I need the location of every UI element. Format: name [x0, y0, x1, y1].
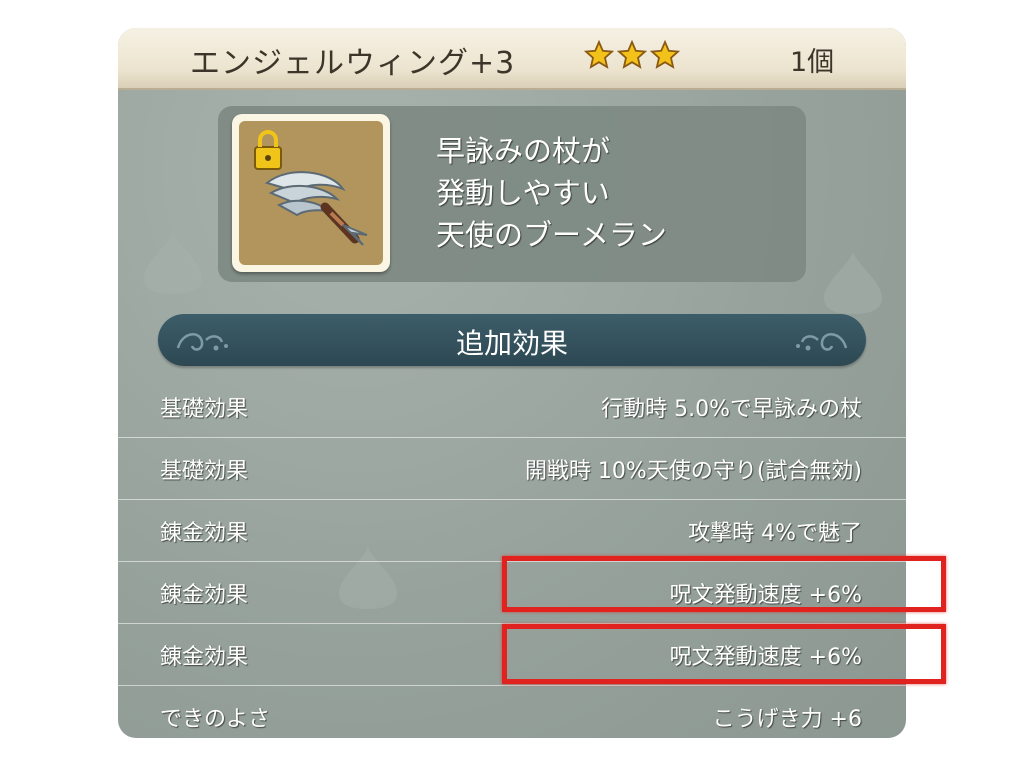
- effect-label: できのよさ: [160, 707, 271, 732]
- highlight-box: [502, 624, 946, 684]
- item-count: 1個: [790, 47, 835, 78]
- effect-label: 錬金効果: [160, 645, 249, 670]
- slime-watermark-icon: [144, 232, 202, 294]
- effect-value: 攻撃時 4%で魅了: [688, 521, 862, 546]
- effect-row: 基礎効果 開戦時 10%天使の守り(試合無効): [118, 438, 906, 500]
- effect-label: 錬金効果: [160, 521, 249, 546]
- star-icon: [650, 40, 680, 69]
- slime-watermark-icon: [824, 252, 882, 314]
- item-description: 早詠みの杖が 発動しやすい 天使のブーメラン: [436, 130, 667, 256]
- effect-label: 基礎効果: [160, 459, 249, 484]
- effect-label: 錬金効果: [160, 583, 249, 608]
- item-name: エンジェルウィング+3: [190, 46, 516, 81]
- description-line: 早詠みの杖が: [436, 134, 611, 168]
- highlight-box: [502, 556, 946, 612]
- star-icon: [584, 40, 614, 69]
- star-icon: [617, 40, 647, 69]
- item-icon-frame[interactable]: [232, 114, 390, 272]
- effect-label: 基礎効果: [160, 397, 249, 422]
- effect-value: こうげき力 +6: [712, 707, 862, 732]
- effect-value: 行動時 5.0%で早詠みの杖: [601, 397, 862, 422]
- title-bar: エンジェルウィング+3 1個: [118, 28, 906, 90]
- angel-wing-boomerang-icon: [254, 130, 368, 246]
- effect-value: 開戦時 10%天使の守り(試合無効): [524, 459, 862, 484]
- effect-row: できのよさ こうげき力 +6: [118, 686, 906, 738]
- flourish-right-icon: [796, 333, 848, 351]
- description-line: 天使のブーメラン: [436, 218, 667, 252]
- effect-row: 基礎効果 行動時 5.0%で早詠みの杖: [118, 376, 906, 438]
- star-rating: [584, 40, 680, 70]
- description-line: 発動しやすい: [436, 176, 610, 210]
- section-title: 追加効果: [455, 327, 568, 360]
- effect-row: 錬金効果 攻撃時 4%で魅了: [118, 500, 906, 562]
- item-icon-background: [239, 121, 383, 265]
- additional-effects-header: 追加効果: [158, 314, 866, 366]
